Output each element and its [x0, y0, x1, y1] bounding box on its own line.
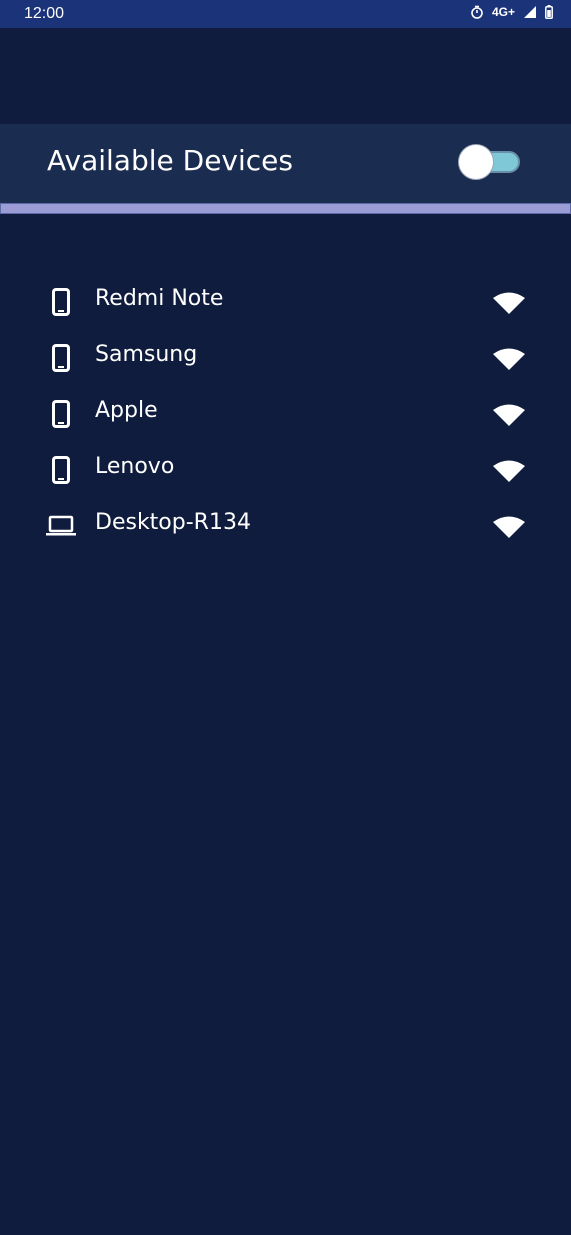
devices-toggle[interactable] — [458, 144, 522, 180]
wifi-icon — [492, 459, 526, 483]
battery-icon — [545, 5, 553, 19]
status-time: 12:00 — [24, 5, 65, 22]
phone-icon — [46, 343, 76, 373]
timer-icon — [470, 5, 484, 19]
phone-icon — [46, 455, 76, 485]
wifi-icon — [492, 291, 526, 315]
toggle-knob — [458, 144, 494, 180]
device-item-desktop-r134[interactable]: Desktop-R134 — [0, 497, 571, 553]
header-underline — [0, 203, 571, 214]
status-icons: 4G+ — [470, 5, 553, 19]
device-name: Desktop-R134 — [95, 510, 251, 535]
device-item-lenovo[interactable]: Lenovo — [0, 441, 571, 497]
signal-icon — [523, 5, 537, 19]
phone-icon — [46, 287, 76, 317]
device-name: Lenovo — [95, 454, 175, 479]
devices-header: Available Devices — [0, 124, 571, 203]
device-list: Redmi Note Samsung Apple Lenovo Desktop-… — [0, 273, 571, 553]
wifi-icon — [492, 403, 526, 427]
device-name: Redmi Note — [95, 286, 224, 311]
page-title: Available Devices — [47, 144, 293, 177]
device-name: Apple — [95, 398, 158, 423]
status-bar: 12:00 4G+ — [0, 0, 571, 28]
wifi-icon — [492, 347, 526, 371]
phone-icon — [46, 399, 76, 429]
device-item-apple[interactable]: Apple — [0, 385, 571, 441]
device-name: Samsung — [95, 342, 198, 367]
device-item-samsung[interactable]: Samsung — [0, 329, 571, 385]
laptop-icon — [46, 511, 76, 541]
network-type-label: 4G+ — [491, 5, 515, 19]
device-item-redmi-note[interactable]: Redmi Note — [0, 273, 571, 329]
wifi-icon — [492, 515, 526, 539]
